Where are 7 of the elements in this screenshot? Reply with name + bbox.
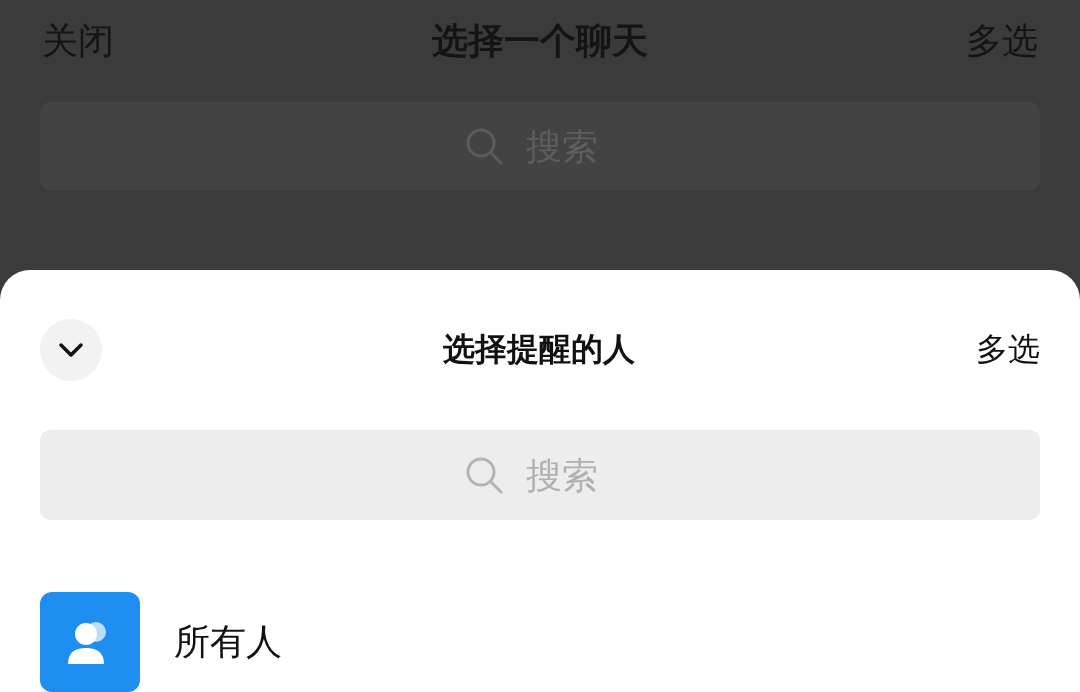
member-name[interactable]: 所有人	[174, 617, 282, 667]
search-icon	[464, 126, 504, 166]
sheet-title: 选择提醒的人	[443, 329, 635, 370]
multi-select-link[interactable]: 多选	[976, 328, 1040, 372]
search-input[interactable]: 搜索	[526, 454, 616, 496]
search-icon	[464, 455, 504, 495]
chevron-down-icon	[58, 342, 84, 358]
